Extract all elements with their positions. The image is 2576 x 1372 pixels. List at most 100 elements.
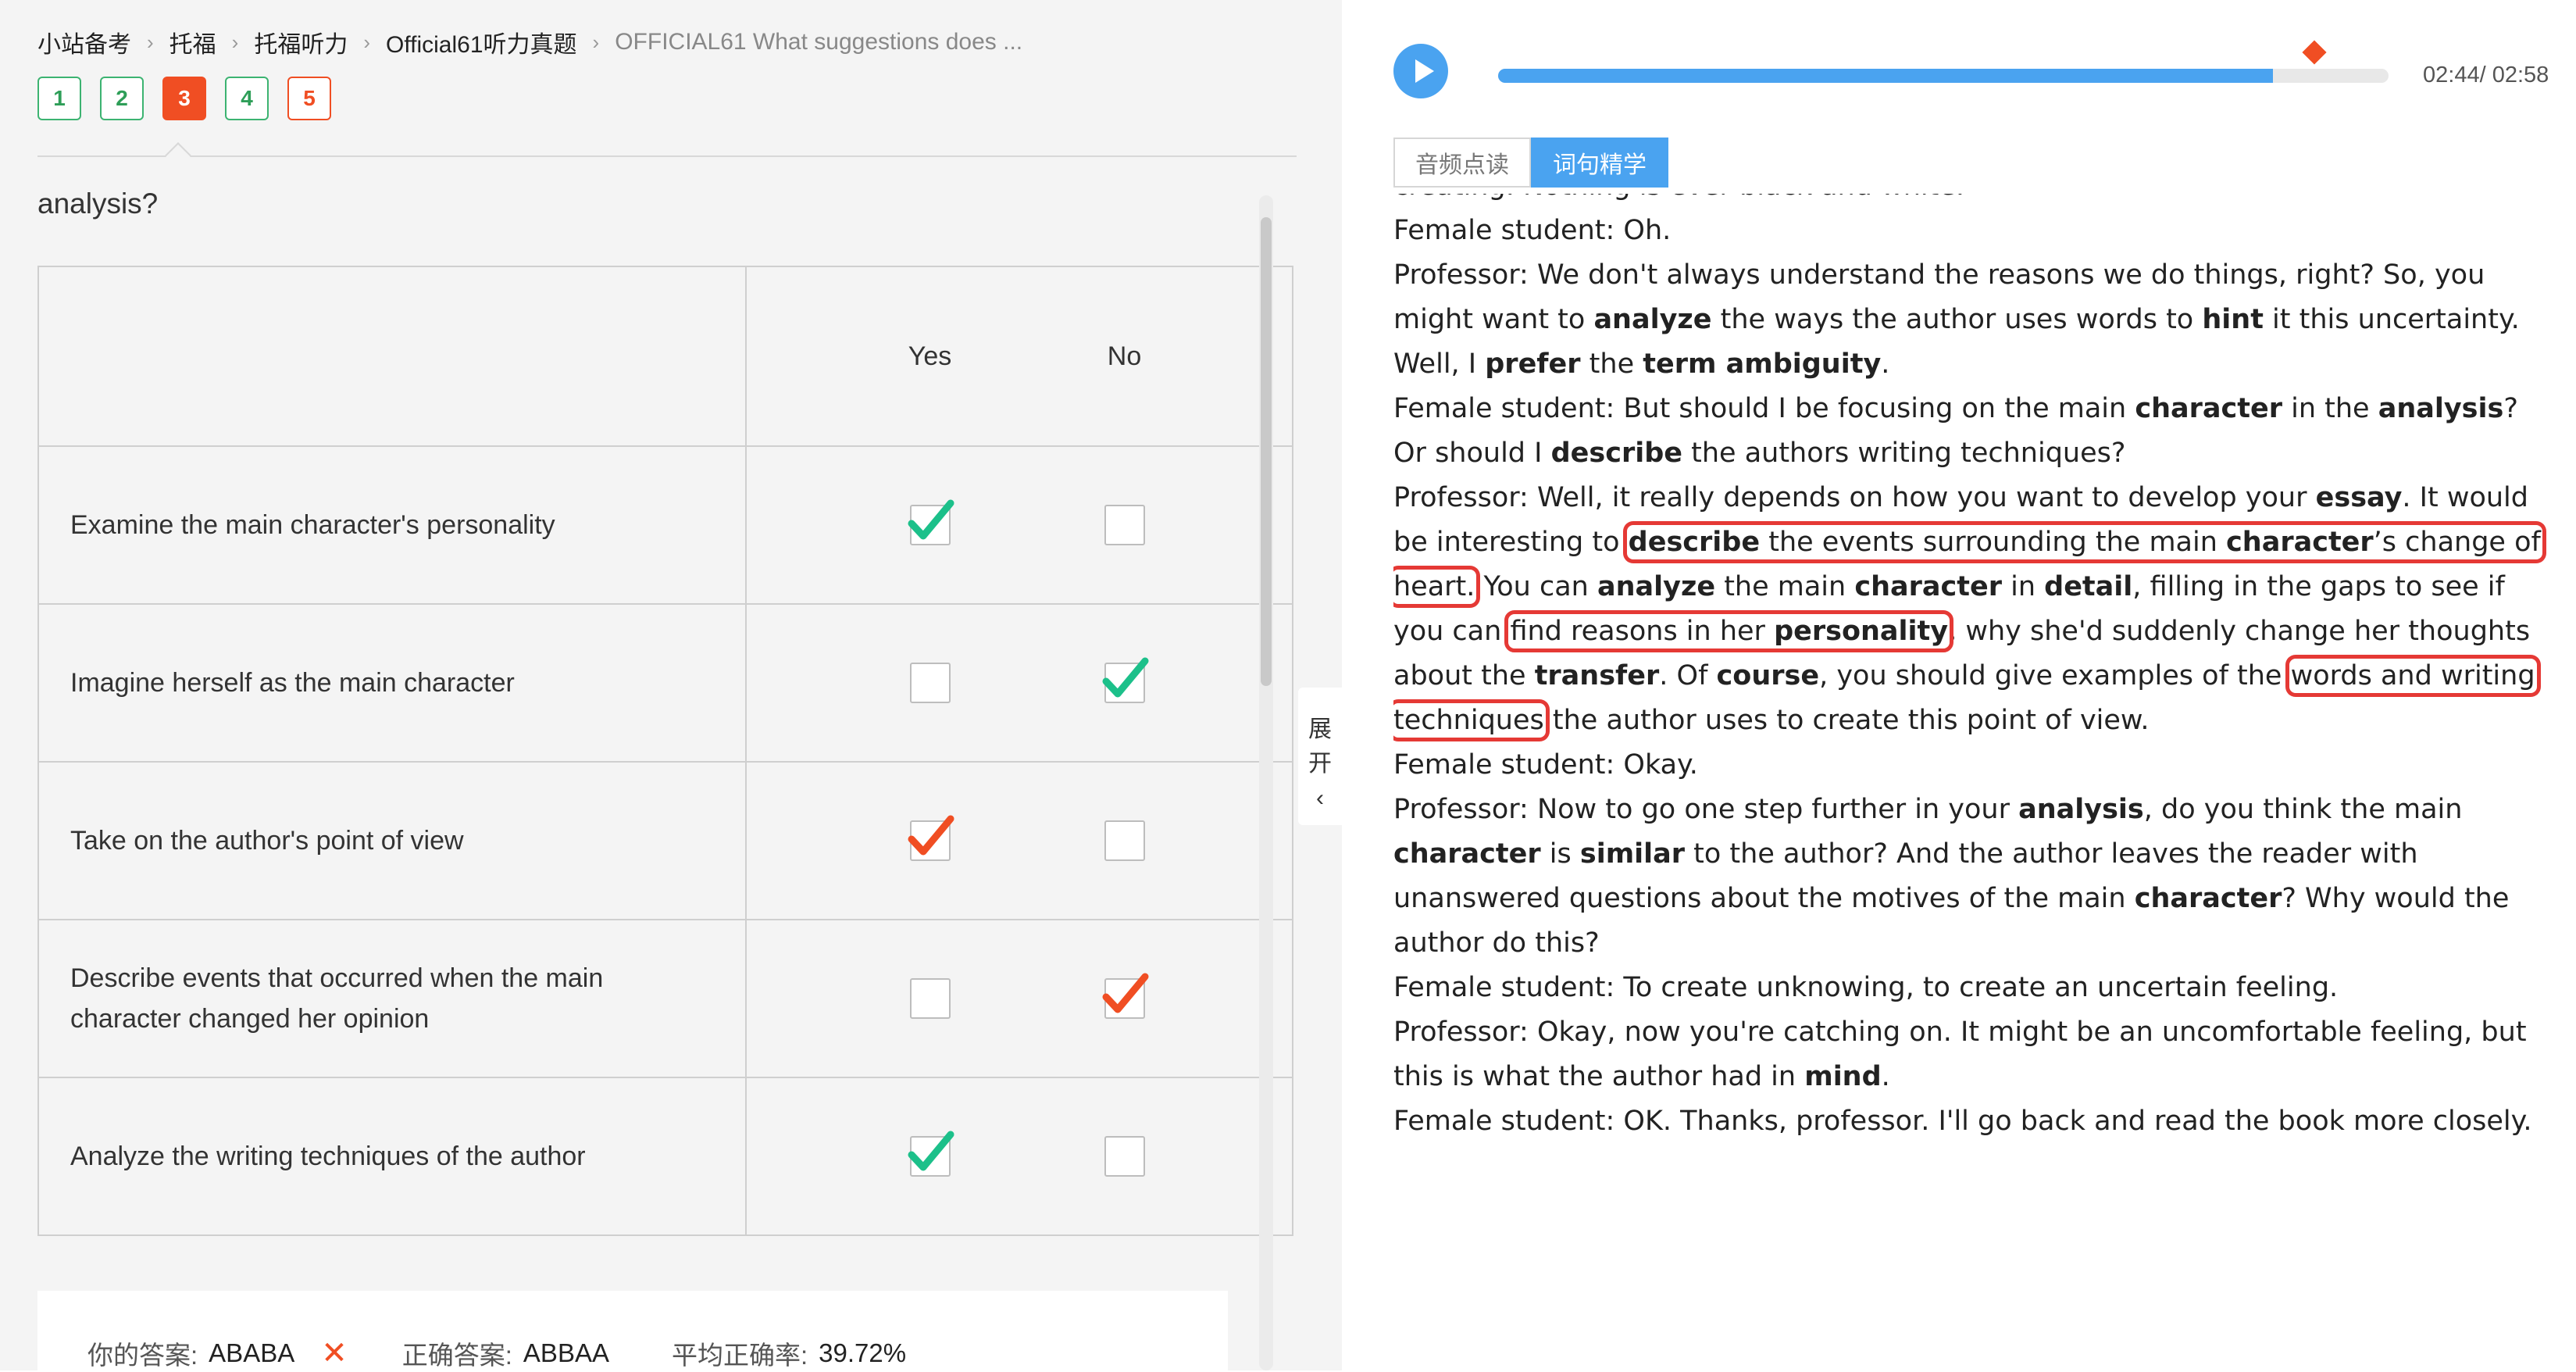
breadcrumb-item[interactable]: 托福听力 (254, 25, 348, 59)
keyword[interactable]: course (1717, 660, 1820, 691)
tab-audio-reading[interactable]: 音频点读 (1393, 138, 1531, 188)
question-number-button[interactable]: 2 (100, 77, 144, 120)
transcript-text: creating. Nothing is ever black and whit… (1393, 194, 2557, 1370)
yes-checkbox[interactable] (899, 494, 962, 556)
question-number-button[interactable]: 1 (37, 77, 81, 120)
total-time: / 02:58 (2479, 63, 2549, 88)
keyword[interactable]: analyze (1597, 571, 1715, 602)
chevron-left-icon: ‹ (1316, 785, 1324, 811)
keyword[interactable]: analysis (2018, 794, 2144, 825)
audio-progress-fill (1498, 69, 2273, 83)
breadcrumb-item[interactable]: 小站备考 (37, 25, 131, 59)
active-indicator (165, 142, 191, 169)
tab-word-study[interactable]: 词句精学 (1531, 138, 1668, 188)
check-icon (1102, 657, 1148, 698)
table-row: Analyze the writing techniques of the au… (37, 1077, 1293, 1236)
question-number-button-active[interactable]: 3 (162, 77, 206, 120)
transcript-line: Female student: To create unknowing, to … (1393, 972, 2339, 1003)
check-icon-wrong (1102, 973, 1148, 1013)
question-nav: 1 2 3 4 5 (37, 77, 331, 120)
keyword[interactable]: hint (2202, 304, 2264, 335)
breadcrumb-current: OFFICIAL61 What suggestions does ... (615, 29, 1023, 55)
correct-answer-value: ABBAA (523, 1338, 609, 1367)
chevron-right-icon: › (592, 30, 600, 54)
keyword[interactable]: mind (1804, 1061, 1881, 1092)
scrollbar-thumb[interactable] (1261, 217, 1272, 686)
chevron-right-icon: › (231, 30, 239, 54)
statement-text: Examine the main character's personality (37, 445, 747, 605)
audio-time: 02:44/ 02:58 (2423, 63, 2549, 88)
check-icon (908, 1131, 954, 1171)
correct-answer-label: 正确答案: (401, 1341, 512, 1370)
no-checkbox[interactable] (1094, 967, 1156, 1030)
question-panel: 小站备考 › 托福 › 托福听力 › Official61听力真题 › OFFI… (0, 0, 1342, 1370)
keyword[interactable]: detail (2044, 571, 2132, 602)
keyword[interactable]: describe (1551, 438, 1682, 469)
transcript-line: Professor: We don't always understand th… (1393, 259, 2520, 380)
yes-checkbox[interactable] (899, 809, 962, 872)
table-row: Describe events that occurred when the m… (37, 919, 1293, 1078)
transcript-line: Professor: Well, it really depends on ho… (1393, 482, 2546, 741)
chevron-right-icon: › (147, 30, 154, 54)
yes-checkbox[interactable] (899, 652, 962, 714)
table-header-empty (37, 266, 747, 447)
transcript-line: Female student: But should I be focusing… (1393, 393, 2518, 469)
keyword[interactable]: prefer (1485, 348, 1580, 380)
yes-checkbox[interactable] (899, 1125, 962, 1188)
transcript-line: Female student: Oh. (1393, 215, 1672, 246)
transcript-line: creating. Nothing is ever black and whit… (1393, 194, 2557, 209)
keyword[interactable]: character (2135, 883, 2282, 914)
table-row: Examine the main character's personality (37, 445, 1293, 605)
keyword[interactable]: essay (2316, 482, 2403, 513)
statement-text: Analyze the writing techniques of the au… (37, 1077, 747, 1236)
average-accuracy-label: 平均正确率: (671, 1341, 808, 1370)
keyword[interactable]: character (1854, 571, 2002, 602)
expand-label: 开 (1308, 751, 1332, 777)
keyword[interactable]: similar (1580, 838, 1685, 870)
transcript-tabs: 音频点读 词句精学 (1393, 138, 1668, 188)
table-row: Take on the author's point of view (37, 761, 1293, 920)
chevron-right-icon: › (363, 30, 371, 54)
no-checkbox[interactable] (1094, 652, 1156, 714)
keyword[interactable]: character (1393, 838, 1541, 870)
transcript-line: Professor: Okay, now you're catching on.… (1393, 1016, 2527, 1092)
no-checkbox[interactable] (1094, 809, 1156, 872)
expand-panel-button[interactable]: 展 开 ‹ (1298, 688, 1342, 825)
transcript-line: Professor: Now to go one step further in… (1393, 794, 2510, 959)
your-answer-label: 你的答案: (87, 1341, 198, 1370)
wrong-icon: ✕ (321, 1336, 348, 1370)
no-checkbox[interactable] (1094, 1125, 1156, 1188)
statement-text: Imagine herself as the main character (37, 603, 747, 763)
column-header-yes: Yes (908, 341, 952, 371)
play-button[interactable] (1393, 44, 1448, 98)
question-number-button-wrong[interactable]: 5 (287, 77, 331, 120)
question-number-button[interactable]: 4 (225, 77, 269, 120)
breadcrumb: 小站备考 › 托福 › 托福听力 › Official61听力真题 › OFFI… (37, 27, 1022, 58)
divider (37, 155, 1297, 157)
keyword[interactable]: analysis (2378, 393, 2504, 424)
keyword[interactable]: character (2135, 393, 2282, 424)
no-checkbox[interactable] (1094, 494, 1156, 556)
transcript-line: Female student: OK. Thanks, professor. I… (1393, 1106, 2532, 1137)
check-icon-wrong (908, 815, 954, 856)
breadcrumb-item[interactable]: Official61听力真题 (386, 25, 577, 59)
yes-checkbox[interactable] (899, 967, 962, 1030)
average-accuracy-value: 39.72% (819, 1338, 907, 1367)
current-time: 02:44 (2423, 63, 2480, 88)
keyword[interactable]: analyze (1593, 304, 1711, 335)
audio-progress-bar[interactable] (1498, 69, 2389, 83)
highlight-annotation: find reasons in her personality (1504, 610, 1954, 652)
statement-text: Describe events that occurred when the m… (37, 919, 747, 1078)
keyword[interactable]: transfer (1535, 660, 1660, 691)
answer-summary: 你的答案: ABABA ✕ 正确答案: ABBAA 平均正确率: 39.72% (37, 1291, 1228, 1370)
table-row: Imagine herself as the main character (37, 603, 1293, 763)
question-text: analysis? (37, 188, 159, 220)
column-header-no: No (1107, 341, 1142, 371)
statement-text: Take on the author's point of view (37, 761, 747, 920)
check-icon (908, 499, 954, 540)
your-answer-value: ABABA (209, 1338, 295, 1367)
keyword[interactable]: term ambiguity (1643, 348, 1881, 380)
breadcrumb-item[interactable]: 托福 (169, 25, 216, 59)
expand-label: 展 (1308, 716, 1332, 742)
transcript-line: Female student: Okay. (1393, 749, 1698, 781)
